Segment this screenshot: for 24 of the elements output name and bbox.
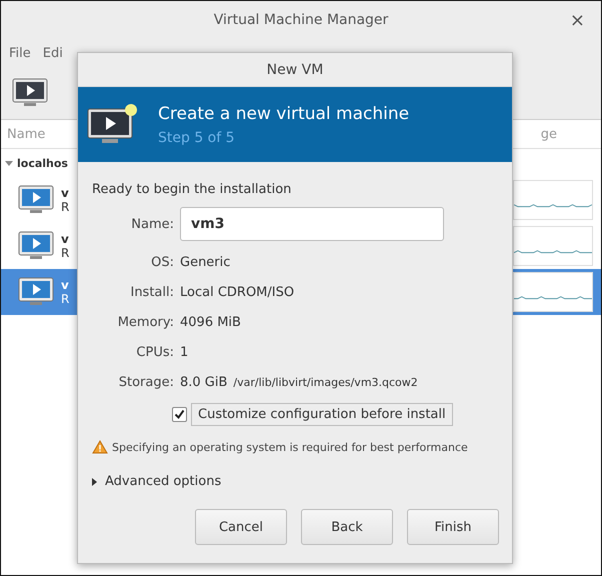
- field-value: 4096 MiB: [180, 314, 241, 330]
- dialog-heading: Create a new virtual machine: [158, 104, 410, 124]
- window-title: Virtual Machine Manager: [214, 12, 388, 28]
- field-value: 1: [180, 344, 188, 360]
- file-path: /var/lib/libvirt/images/vm3.qcow2: [233, 376, 418, 388]
- vm-status: R: [61, 246, 70, 260]
- field-value: 8.0 GiB: [180, 374, 228, 390]
- host-name: localhos: [17, 156, 68, 170]
- field-label: CPUs:: [135, 344, 174, 360]
- vm-status: R: [61, 292, 70, 306]
- field-label: Memory:: [116, 314, 174, 330]
- vm-name: v: [61, 232, 70, 246]
- intro-text: Ready to begin the installation: [92, 182, 292, 197]
- vm-name: v: [61, 186, 70, 200]
- field-label: OS:: [150, 254, 174, 270]
- warning-text: Specifying an operating system is required for best performance: [112, 440, 468, 454]
- vm-status: R: [61, 200, 70, 214]
- field-value: Generic: [180, 254, 230, 270]
- step-label: Step 5 of 5: [158, 130, 236, 146]
- field-label: Install:: [129, 284, 174, 300]
- field-label: Name:: [130, 216, 174, 232]
- field-label: Storage:: [118, 374, 174, 390]
- vm-name: v: [61, 278, 70, 292]
- field-value: Local CDROM/ISO: [180, 284, 294, 300]
